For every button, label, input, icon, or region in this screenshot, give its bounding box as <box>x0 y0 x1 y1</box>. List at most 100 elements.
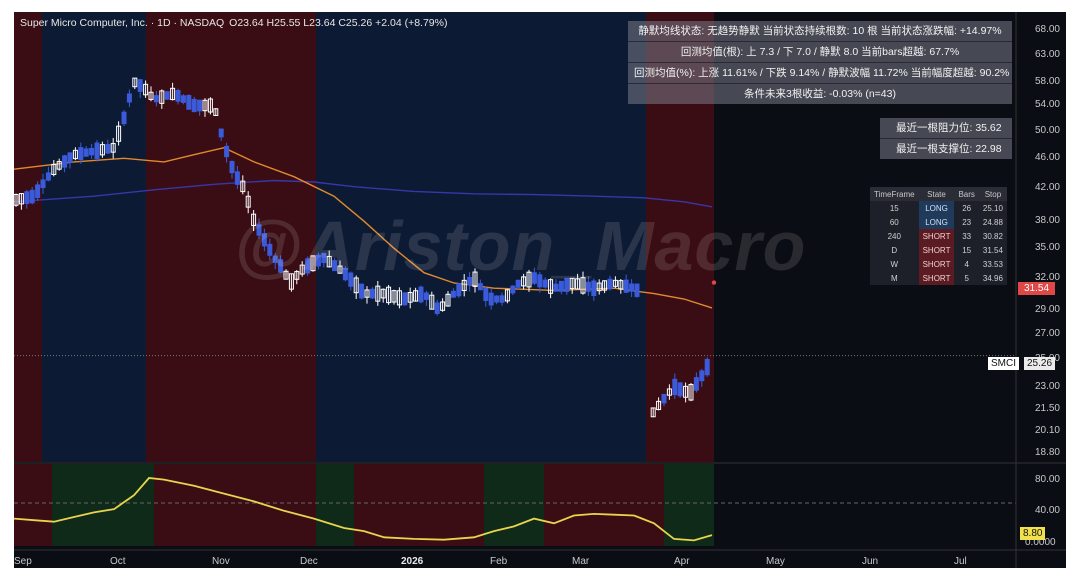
candle-body <box>126 93 132 103</box>
chart-header: Super Micro Computer, Inc. · 1D · NASDAQ… <box>20 17 447 29</box>
candle-body <box>661 393 667 404</box>
table-row: M SHORT 5 34.96 <box>870 271 1007 285</box>
timeframe-cell: 23 <box>954 215 979 229</box>
price-tick-label: 29.00 <box>1034 304 1060 316</box>
symbol-title[interactable]: Super Micro Computer, Inc. · 1D · NASDAQ <box>20 17 224 29</box>
oscillator-zone <box>316 464 354 546</box>
stats-row: 回测均值(%): 上涨 11.61% / 下跌 9.14% / 静默波幅 11.… <box>628 62 1012 83</box>
table-row: 240 SHORT 33 30.82 <box>870 229 1007 243</box>
candle-body <box>105 144 111 154</box>
candle-body <box>494 295 500 303</box>
candle-body <box>218 128 224 138</box>
candle-body <box>67 152 73 163</box>
trend-zone <box>14 12 42 462</box>
timeframe-cell: SHORT <box>918 257 955 271</box>
timeframe-cell: 34.96 <box>978 271 1007 285</box>
price-tick-label: 38.00 <box>1034 215 1060 227</box>
timeframe-header-cell: TimeFrame <box>870 187 919 201</box>
candle-body <box>175 89 181 102</box>
candle-body <box>704 358 710 376</box>
candle-body <box>137 79 143 92</box>
table-row: 15 LONG 26 25.10 <box>870 201 1007 215</box>
timeframe-cell: SHORT <box>918 243 955 257</box>
time-tick-label: Jun <box>862 556 879 567</box>
timeframe-cell: 33.53 <box>978 257 1007 271</box>
candle-body <box>672 378 678 396</box>
candle-body <box>78 147 84 160</box>
price-tick-label: 20.10 <box>1034 424 1060 436</box>
timeframe-cell: 4 <box>954 257 979 271</box>
candle-body <box>450 290 456 298</box>
price-tick-label: 21.50 <box>1034 402 1060 414</box>
price-tick-label: 50.00 <box>1034 124 1060 136</box>
price-tick-label: 63.00 <box>1034 48 1060 60</box>
candle-body <box>418 286 424 303</box>
table-row: D SHORT 15 31.54 <box>870 243 1007 257</box>
candle-body <box>234 171 240 185</box>
time-tick-label: Feb <box>490 556 508 567</box>
candle-body <box>402 292 408 306</box>
candle-body <box>483 287 489 302</box>
candle-body <box>423 292 429 300</box>
timeframe-cell: SHORT <box>918 271 955 285</box>
candle-body <box>89 147 95 156</box>
timeframe-cell: 15 <box>870 201 919 215</box>
candle-body <box>180 95 186 103</box>
time-tick-label: Apr <box>674 556 690 567</box>
timeframe-cell: 33 <box>954 229 979 243</box>
timeframe-cell: M <box>870 271 919 285</box>
timeframe-cell: 31.54 <box>978 243 1007 257</box>
timeframe-table-header: TimeFrame State Bars Stop <box>870 187 1007 201</box>
candle-body <box>197 99 203 112</box>
price-tick-label: 58.00 <box>1034 75 1060 87</box>
candle-body <box>45 172 51 181</box>
timeframe-cell: 26 <box>954 201 979 215</box>
candle-body <box>191 98 197 113</box>
stats-row: 回测均值(根): 上 7.3 / 下 7.0 / 静默 8.0 当前bars超越… <box>628 41 1012 62</box>
candle-body <box>224 145 230 158</box>
time-tick-label: 2026 <box>401 556 424 567</box>
chart-frame[interactable]: @Ariston_Macro Super Micro Computer, Inc… <box>14 12 1066 568</box>
time-tick-label: Nov <box>212 556 230 567</box>
candle-body <box>499 295 505 303</box>
oscillator-tick-label: 80.00 <box>1034 473 1060 485</box>
timeframe-cell: SHORT <box>918 229 955 243</box>
timeframe-cell: W <box>870 257 919 271</box>
timeframe-cell: 240 <box>870 229 919 243</box>
oscillator-zone <box>154 464 316 546</box>
oscillator-tick-label: 40.00 <box>1034 504 1060 516</box>
support-level: 最近一根支撑位: 22.98 <box>880 138 1012 159</box>
candle-body <box>94 142 100 159</box>
price-tick-label: 18.80 <box>1034 446 1060 458</box>
timeframe-cell: 60 <box>870 215 919 229</box>
timeframe-cell: LONG <box>918 201 955 215</box>
stats-row: 静默均线状态: 无趋势静默 当前状态持续根数: 10 根 当前状态涨跌幅: +1… <box>638 25 1002 37</box>
candle-body <box>24 191 30 205</box>
candle-body <box>164 91 170 100</box>
timeframe-header-cell: Stop <box>978 187 1007 201</box>
ohlc-readout: O23.64 H25.55 L23.64 C25.26 +2.04 (+8.79… <box>229 17 448 29</box>
candle-body <box>121 111 127 125</box>
oscillator-zone <box>664 464 714 546</box>
candle-body <box>699 370 705 382</box>
candle-body <box>369 288 375 299</box>
price-tick-label: 35.00 <box>1034 242 1060 254</box>
timeframe-cell: 5 <box>954 271 979 285</box>
candle-body <box>359 283 365 299</box>
candle-body <box>693 377 699 391</box>
timeframe-table: TimeFrame State Bars Stop 15 LONG 26 25.10 60 LO… <box>870 187 1007 285</box>
timeframe-header-cell: Bars <box>954 187 979 201</box>
timeframe-cell: 15 <box>954 243 979 257</box>
stop-price-tag: 31.54 <box>1018 282 1056 295</box>
support-resistance-panel: 最近一根阻力位: 35.62 最近一根支撑位: 22.98 <box>880 118 1012 159</box>
time-tick-label: May <box>766 556 785 567</box>
candle-body <box>62 155 68 168</box>
candle-body <box>510 285 516 294</box>
oscillator-zone <box>52 464 154 546</box>
price-tick-label: 27.00 <box>1034 327 1060 339</box>
candle-body <box>229 160 235 174</box>
table-row: 60 LONG 23 24.88 <box>870 215 1007 229</box>
symbol-tag: SMCI <box>988 357 1019 370</box>
last-price-tag: 25.26 <box>1024 357 1056 370</box>
price-tick-label: 54.00 <box>1034 99 1060 111</box>
